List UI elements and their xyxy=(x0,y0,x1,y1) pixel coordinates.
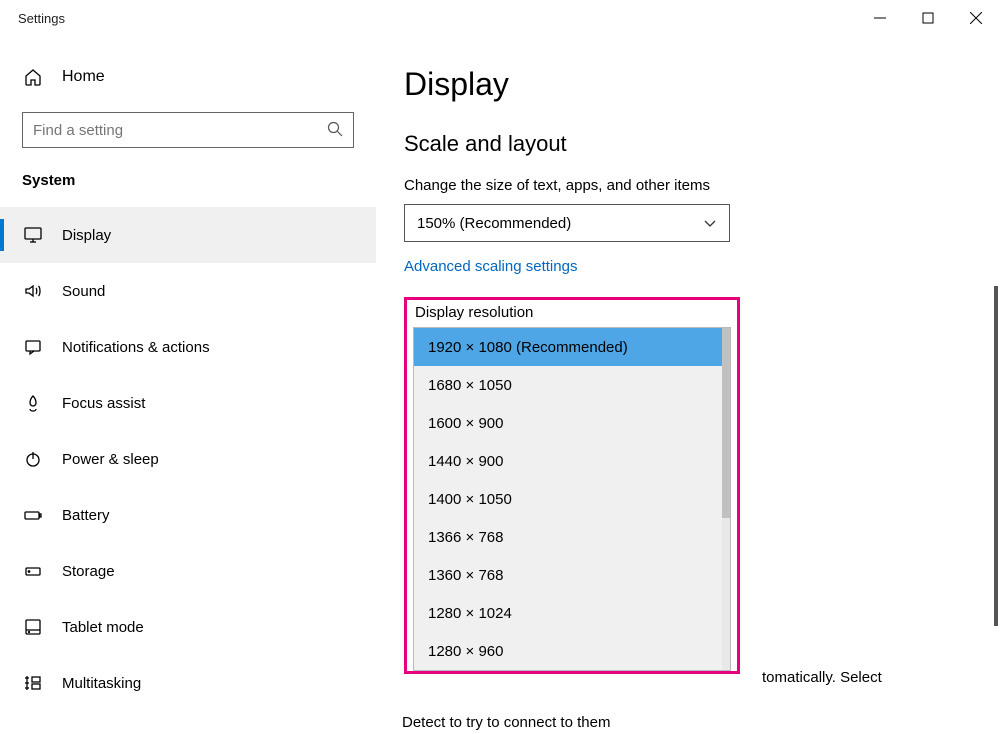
sidebar-item-label: Focus assist xyxy=(62,395,145,412)
power-icon xyxy=(22,448,44,470)
scale-dropdown[interactable]: 150% (Recommended) xyxy=(404,204,730,242)
battery-icon xyxy=(22,504,44,526)
sidebar-item-storage[interactable]: Storage xyxy=(0,543,376,599)
search-input[interactable] xyxy=(33,122,327,139)
resolution-option[interactable]: 1920 × 1080 (Recommended) xyxy=(414,328,730,366)
focus-assist-icon xyxy=(22,392,44,414)
dropdown-scrollbar-thumb[interactable] xyxy=(722,328,730,518)
partial-body-text: tomatically. Select Detect to try to con… xyxy=(402,644,882,734)
sidebar-item-label: Tablet mode xyxy=(62,619,144,636)
chevron-down-icon xyxy=(703,216,717,230)
sidebar-item-label: Power & sleep xyxy=(62,451,159,468)
home-nav[interactable]: Home xyxy=(0,56,376,98)
sidebar-item-battery[interactable]: Battery xyxy=(0,487,376,543)
resolution-option[interactable]: 1360 × 768 xyxy=(414,556,730,594)
storage-icon xyxy=(22,560,44,582)
resolution-option[interactable]: 1366 × 768 xyxy=(414,518,730,556)
sidebar-item-notifications-actions[interactable]: Notifications & actions xyxy=(0,319,376,375)
sidebar-item-sound[interactable]: Sound xyxy=(0,263,376,319)
resolution-option[interactable]: 1400 × 1050 xyxy=(414,480,730,518)
main-content: Display Scale and layout Change the size… xyxy=(376,36,1000,734)
scale-dropdown-value: 150% (Recommended) xyxy=(417,215,571,232)
sidebar-item-focus-assist[interactable]: Focus assist xyxy=(0,375,376,431)
section-header: Scale and layout xyxy=(404,131,972,157)
search-icon xyxy=(327,121,343,140)
titlebar: Settings xyxy=(0,0,1000,36)
tablet-icon xyxy=(22,616,44,638)
sidebar-item-label: Multitasking xyxy=(62,675,141,692)
close-icon xyxy=(970,12,982,24)
sidebar: Home System Display Sound Notifications & … xyxy=(0,36,376,734)
resolution-dropdown-list[interactable]: 1920 × 1080 (Recommended)1680 × 10501600… xyxy=(413,327,731,671)
sidebar-item-display[interactable]: Display xyxy=(0,207,376,263)
sidebar-item-power-sleep[interactable]: Power & sleep xyxy=(0,431,376,487)
resolution-option[interactable]: 1440 × 900 xyxy=(414,442,730,480)
scale-label: Change the size of text, apps, and other… xyxy=(404,177,972,194)
minimize-icon xyxy=(874,12,886,24)
resolution-option[interactable]: 1600 × 900 xyxy=(414,404,730,442)
window-controls xyxy=(856,2,1000,34)
display-icon xyxy=(22,224,44,246)
sidebar-item-label: Sound xyxy=(62,283,105,300)
page-title: Display xyxy=(404,66,972,103)
home-icon xyxy=(22,66,44,88)
minimize-button[interactable] xyxy=(856,2,904,34)
search-box[interactable] xyxy=(22,112,354,148)
sidebar-item-label: Display xyxy=(62,227,111,244)
advanced-scaling-link[interactable]: Advanced scaling settings xyxy=(404,258,577,275)
resolution-label: Display resolution xyxy=(407,304,737,327)
resolution-option[interactable]: 1280 × 1024 xyxy=(414,594,730,632)
window-title: Settings xyxy=(18,11,65,26)
home-label: Home xyxy=(62,68,105,86)
maximize-button[interactable] xyxy=(904,2,952,34)
notifications-icon xyxy=(22,336,44,358)
resolution-option[interactable]: 1680 × 1050 xyxy=(414,366,730,404)
sidebar-item-label: Notifications & actions xyxy=(62,339,210,356)
sidebar-item-tablet-mode[interactable]: Tablet mode xyxy=(0,599,376,655)
maximize-icon xyxy=(922,12,934,24)
sidebar-item-label: Storage xyxy=(62,563,115,580)
multitasking-icon xyxy=(22,672,44,694)
close-button[interactable] xyxy=(952,2,1000,34)
sidebar-item-label: Battery xyxy=(62,507,110,524)
sound-icon xyxy=(22,280,44,302)
resolution-highlight-box: Display resolution 1920 × 1080 (Recommen… xyxy=(404,297,740,674)
category-label: System xyxy=(0,166,376,207)
sidebar-item-multitasking[interactable]: Multitasking xyxy=(0,655,376,711)
main-scrollbar-thumb[interactable] xyxy=(994,286,998,626)
